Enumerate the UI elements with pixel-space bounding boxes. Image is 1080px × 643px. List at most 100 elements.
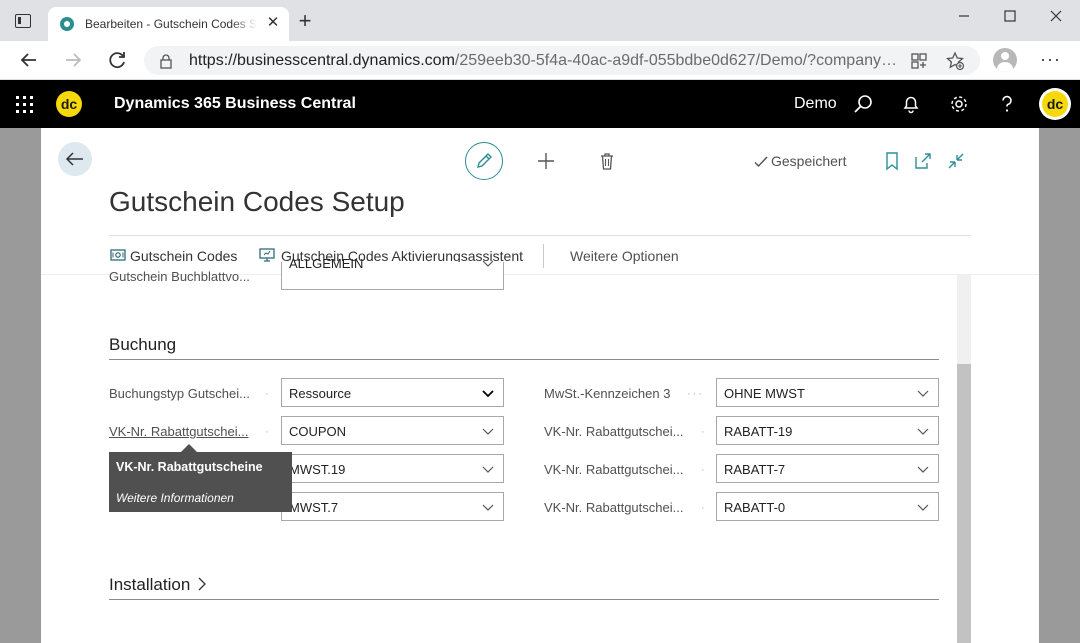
tab-actions-icon[interactable] (15, 14, 31, 28)
action-bar-divider (109, 235, 971, 236)
favorites-add-icon[interactable] (945, 51, 965, 71)
address-bar[interactable]: https://businesscentral.dynamics.com/259… (144, 46, 980, 75)
chevron-down-icon (482, 428, 494, 435)
vk-nr-coupon-field[interactable]: COUPON (281, 416, 504, 445)
save-status: Gespeichert (771, 153, 847, 169)
new-plus-icon[interactable] (535, 150, 557, 172)
url-text[interactable]: https://businesscentral.dynamics.com/259… (189, 52, 901, 70)
rabatt-0-value: RABATT-0 (724, 500, 786, 515)
vk-nr-coupon-value: COUPON (289, 424, 347, 439)
field-label-mwst-kennzeichen-3: MwSt.-Kennzeichen 3 (544, 386, 671, 401)
tab-close-icon[interactable]: ✕ (264, 14, 282, 32)
chevron-down-icon (482, 390, 494, 398)
delete-trash-icon[interactable] (596, 150, 618, 172)
back-arrow-icon[interactable] (17, 48, 41, 72)
action-weitere-optionen[interactable]: Weitere Optionen (570, 248, 679, 264)
chevron-down-icon (917, 504, 929, 511)
chevron-down-icon (482, 260, 494, 267)
mwst-19-field[interactable]: MWST.19 (281, 454, 504, 483)
url-host: https://businesscentral.dynamics.com (189, 52, 455, 69)
new-tab-button[interactable]: + (296, 10, 314, 32)
tooltip-more-info-link[interactable]: Weitere Informationen (116, 491, 234, 505)
user-avatar[interactable] (1039, 88, 1071, 120)
buchblattvorlage-value: ALLGEMEIN (289, 256, 364, 271)
edit-button[interactable] (465, 142, 503, 180)
open-new-window-icon[interactable] (912, 150, 934, 172)
mwst-kennzeichen-3-value: OHNE MWST (724, 386, 805, 401)
browser-menu-icon[interactable]: ··· (1040, 49, 1061, 70)
field-label-vk-nr-rabattgutschein[interactable]: VK-Nr. Rabattgutschei... (109, 424, 248, 439)
section-title-installation[interactable]: Installation (109, 575, 207, 595)
tooltip-title: VK-Nr. Rabattgutscheine (116, 460, 263, 474)
field-label-vk-nr-rabatt-19: VK-Nr. Rabattgutschei... (544, 424, 684, 439)
forward-arrow-icon[interactable] (61, 48, 85, 72)
section-divider (109, 599, 939, 600)
buchungstyp-value: Ressource (289, 386, 352, 401)
settings-gear-icon[interactable] (948, 93, 970, 115)
browser-toolbar: https://businesscentral.dynamics.com/259… (0, 41, 1080, 80)
company-name[interactable]: Demo (794, 95, 837, 113)
tab-title: Bearbeiten - Gutschein Codes Setup (85, 17, 257, 31)
mwst-7-value: MWST.7 (289, 500, 339, 515)
app-header: dc Dynamics 365 Business Central Demo (0, 80, 1080, 128)
field-tooltip: VK-Nr. Rabattgutscheine Weitere Informat… (109, 444, 292, 512)
refresh-icon[interactable] (105, 48, 129, 72)
back-button[interactable] (58, 142, 92, 176)
help-icon[interactable] (996, 93, 1018, 115)
mwst-7-field[interactable]: MWST.7 (281, 492, 504, 521)
bookmark-icon[interactable] (881, 150, 903, 172)
rabatt-7-value: RABATT-7 (724, 462, 786, 477)
pencil-icon (477, 153, 492, 168)
chevron-down-icon (917, 466, 929, 473)
search-icon[interactable] (852, 93, 874, 115)
mwst-19-value: MWST.19 (289, 462, 346, 477)
buchblattvorlage-field[interactable]: ALLGEMEIN (281, 256, 504, 290)
rabatt-19-value: RABATT-19 (724, 424, 793, 439)
label-dots: · (701, 464, 707, 476)
wizard-monitor-icon (259, 248, 275, 262)
rabatt-7-field[interactable]: RABATT-7 (716, 454, 939, 483)
section-divider (109, 359, 939, 360)
buchungstyp-select[interactable]: Ressource (281, 378, 504, 407)
field-label-vk-nr-rabatt-7: VK-Nr. Rabattgutschei... (544, 462, 684, 477)
collapse-icon[interactable] (945, 150, 967, 172)
label-dots: · (265, 388, 271, 400)
rabatt-0-field[interactable]: RABATT-0 (716, 492, 939, 521)
app-launcher-icon[interactable] (16, 96, 33, 113)
tab-favicon-icon (60, 17, 74, 31)
chevron-down-icon (917, 390, 929, 397)
voucher-codes-icon (110, 249, 126, 261)
action-gutschein-codes[interactable]: Gutschein Codes (130, 248, 237, 264)
minimize-button[interactable] (941, 4, 987, 28)
saved-check-icon (754, 156, 768, 168)
url-path: /259eeb30-5f4a-40ac-a9df-055bdbe0d627/De… (454, 52, 901, 69)
label-dots: · (265, 426, 271, 438)
rabatt-19-field[interactable]: RABATT-19 (716, 416, 939, 445)
company-logo: dc (56, 91, 82, 117)
vertical-scrollbar[interactable] (957, 274, 971, 643)
chevron-down-icon (917, 428, 929, 435)
close-window-button[interactable] (1033, 4, 1079, 28)
label-dots: ··· (687, 388, 704, 400)
field-label-vk-nr-rabatt-0: VK-Nr. Rabattgutschei... (544, 500, 684, 515)
section-installation-label: Installation (109, 575, 191, 594)
back-arrow-icon (65, 152, 83, 166)
browser-tab[interactable]: Bearbeiten - Gutschein Codes Setup ✕ (48, 7, 289, 41)
profile-avatar[interactable] (993, 48, 1017, 72)
mwst-kennzeichen-3-field[interactable]: OHNE MWST (716, 378, 939, 407)
label-dots: · (701, 502, 707, 514)
scrollbar-thumb[interactable] (957, 364, 971, 643)
field-label-buchblattvorlage: Gutschein Buchblattvo... (109, 269, 250, 282)
lock-icon[interactable] (158, 53, 174, 69)
label-dots: · (701, 426, 707, 438)
action-separator (543, 244, 544, 268)
app-available-icon[interactable] (909, 51, 929, 71)
page-title: Gutschein Codes Setup (109, 186, 405, 217)
chevron-right-icon (198, 577, 206, 591)
notification-bell-icon[interactable] (900, 93, 922, 115)
page-card: Gespeichert Gutschein Codes Setup Gutsch… (41, 128, 1039, 643)
field-label-buchungstyp: Buchungstyp Gutschei... (109, 386, 250, 401)
chevron-down-icon (482, 466, 494, 473)
section-title-buchung[interactable]: Buchung (109, 335, 176, 355)
maximize-button[interactable] (987, 4, 1033, 28)
